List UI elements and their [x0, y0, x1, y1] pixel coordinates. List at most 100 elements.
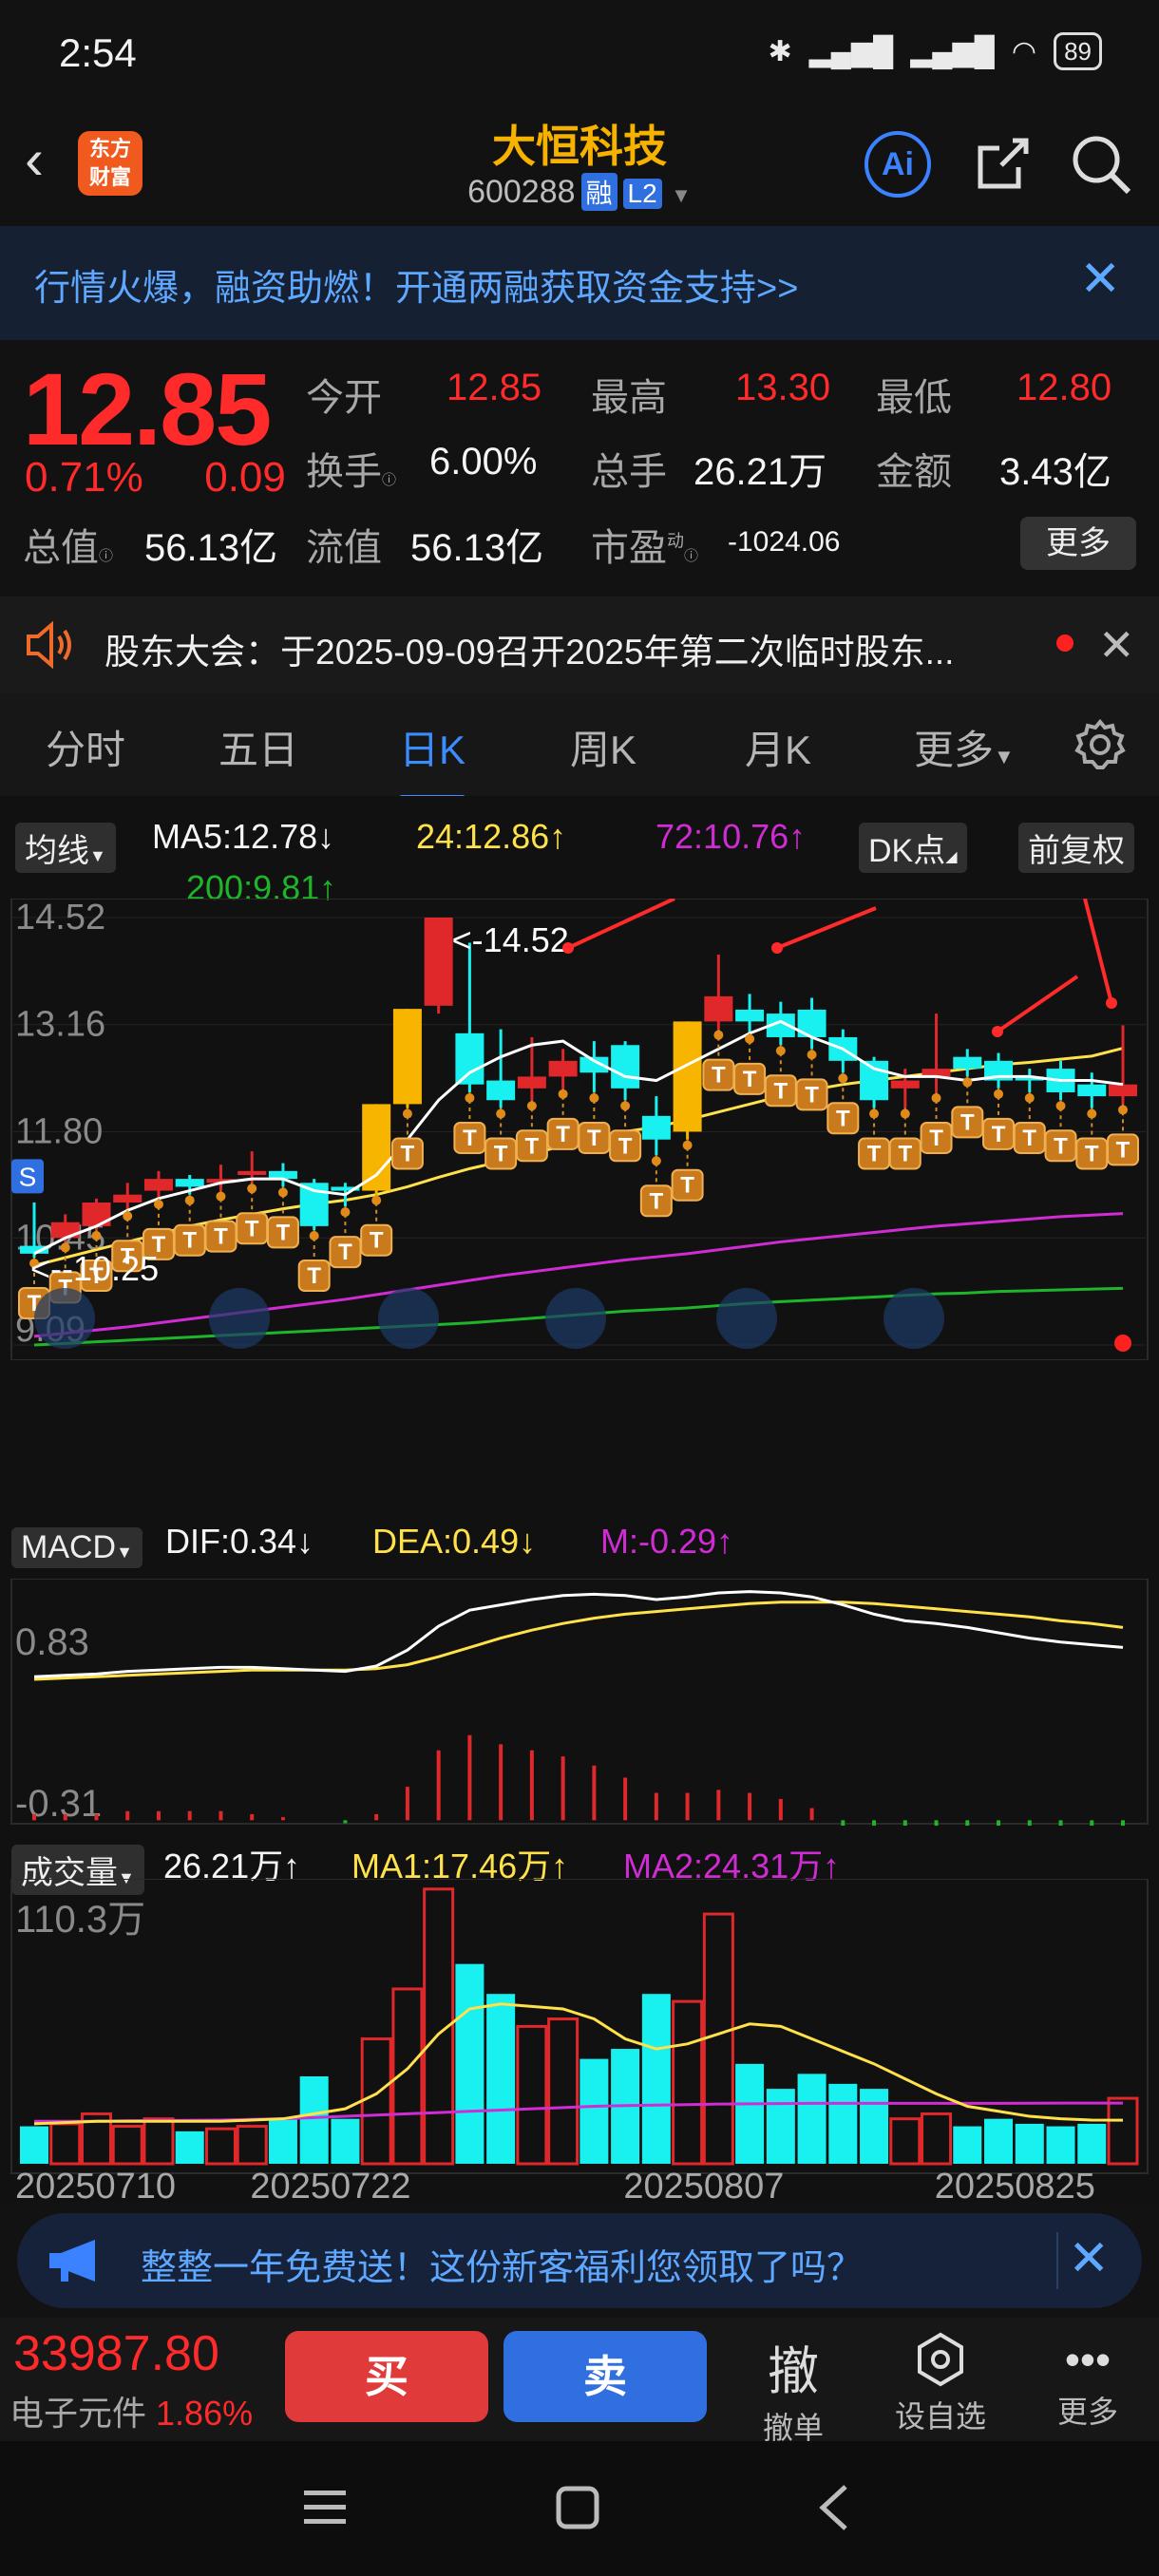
info-icon[interactable]: ⓘ: [382, 472, 396, 488]
volume-chart[interactable]: 110.3万 20250710 20250722 20250807 20250825: [0, 1879, 1159, 2202]
t-marker-label: T: [276, 1220, 291, 1245]
close-icon[interactable]: ✕: [1079, 251, 1121, 308]
tab-more[interactable]: 更多▼: [914, 718, 1015, 776]
t-marker-label: T: [182, 1228, 197, 1254]
candle-body: [735, 1009, 765, 1022]
tab-5day[interactable]: 五日: [218, 718, 298, 776]
t-marker-label: T: [245, 1216, 259, 1241]
macd-label: MACD: [21, 1529, 117, 1565]
candle-body: [890, 1080, 920, 1089]
kline-chart-area[interactable]: 均线▼ MA5:12.78↓ 24:12.86↑ 72:10.76↑ 200:9…: [0, 796, 1159, 2202]
t-marker-label: T: [370, 1228, 384, 1254]
t-marker-label: T: [773, 1078, 788, 1104]
stock-header: ‹ 东方 财富 大恒科技 600288 融 L2 ▼ Ai: [0, 104, 1159, 226]
t-marker-dot: [1118, 1105, 1128, 1115]
candle-body: [704, 995, 733, 1022]
add-watchlist-button[interactable]: 设自选: [884, 2331, 998, 2436]
volume-bar: [516, 2024, 548, 2166]
t-marker-dot: [994, 1089, 1004, 1099]
volume-bar: [641, 1994, 671, 2164]
tab-more-label: 更多: [914, 728, 995, 772]
more-button[interactable]: 更多: [1020, 517, 1136, 570]
tab-monthly[interactable]: 月K: [745, 718, 811, 776]
low-label: 最低: [876, 377, 952, 419]
index-value[interactable]: 33987.80: [13, 2325, 219, 2382]
t-marker-label: T: [650, 1188, 664, 1214]
candle-body: [175, 1179, 204, 1187]
close-icon[interactable]: ✕: [1068, 2230, 1110, 2287]
info-icon[interactable]: ⓘ: [99, 548, 113, 564]
candlestick-chart[interactable]: 14.5213.1611.8010.459.09TTTTTTTTTTTTTTTT…: [0, 899, 1159, 1360]
annotation-arrow: [776, 906, 877, 950]
volume-bar: [889, 2117, 922, 2166]
macd-chart[interactable]: 0.83 -0.31: [0, 1579, 1159, 1826]
adjust-button[interactable]: 前复权: [1018, 823, 1134, 873]
ai-button[interactable]: Ai: [864, 131, 931, 198]
candle-body: [1077, 1084, 1107, 1097]
menu-icon[interactable]: [302, 2487, 348, 2529]
more-label: 更多: [1056, 2395, 1118, 2429]
annotation-arrow-head: [562, 942, 574, 954]
promo-text: 整整一年免费送！这份新客福利您领取了吗？: [141, 2248, 864, 2288]
annotation-arrow-head: [771, 942, 783, 954]
t-marker-label: T: [494, 1142, 508, 1167]
wifi-icon: ◠: [1011, 35, 1037, 67]
volume-bar: [236, 2125, 268, 2166]
volume-bar: [111, 2125, 143, 2166]
volume-bar: [142, 2117, 175, 2166]
t-marker-dot: [496, 1108, 506, 1119]
t-marker-label: T: [929, 1126, 943, 1151]
home-icon[interactable]: [555, 2485, 600, 2530]
tab-weekly[interactable]: 周K: [570, 718, 636, 776]
dea-text: DEA:0.49: [372, 1522, 520, 1561]
change-pct: 0.71%: [25, 454, 143, 501]
share-icon[interactable]: [975, 135, 1032, 192]
bottom-toolbar: 33987.80 电子元件 1.86% 买 卖 撤 撤单 设自选 ••• 更多: [0, 2318, 1159, 2445]
buy-button[interactable]: 买: [285, 2331, 488, 2422]
period-tabs: 分时 五日 日K 周K 月K 更多▼: [0, 693, 1159, 801]
chart-control-button: [884, 1288, 944, 1349]
close-icon[interactable]: ✕: [1098, 619, 1135, 671]
t-marker-dot: [526, 1101, 537, 1111]
back-nav-icon[interactable]: [815, 2483, 853, 2532]
cancel-order-button[interactable]: 撤 撤单: [750, 2329, 836, 2448]
volume-value: 26.21万: [694, 451, 827, 493]
corner-icon: ◢: [945, 849, 958, 865]
index-pct: 1.86%: [156, 2394, 254, 2433]
ma72-label: 72:10.76↑: [656, 817, 807, 856]
volume-bar: [455, 1963, 484, 2164]
gear-icon[interactable]: [1074, 718, 1127, 771]
search-icon[interactable]: [1070, 133, 1132, 196]
amount-label: 金额: [876, 451, 952, 493]
change-value: 0.09: [204, 454, 286, 501]
ma72-text: 72:10.76: [656, 817, 789, 856]
volume-bar: [299, 2075, 329, 2164]
dk-button[interactable]: DK点◢: [859, 823, 967, 873]
stock-code: 600288: [467, 174, 576, 210]
chart-control-button: [716, 1288, 777, 1349]
volume-bar: [331, 2118, 360, 2164]
tab-intraday[interactable]: 分时: [46, 718, 125, 776]
high-annotation: <-14.52: [452, 920, 569, 959]
sell-button[interactable]: 卖: [504, 2331, 707, 2422]
t-marker-dot: [123, 1211, 133, 1222]
tab-daily[interactable]: 日K: [399, 718, 466, 801]
macd-selector[interactable]: MACD▼: [11, 1527, 142, 1568]
promo-banner[interactable]: 整整一年免费送！这份新客福利您领取了吗？ ✕: [17, 2213, 1142, 2308]
index-row[interactable]: 电子元件 1.86%: [10, 2386, 253, 2435]
more-menu-button[interactable]: ••• 更多: [1045, 2331, 1130, 2432]
date-tick-label: 20250825: [935, 2167, 1095, 2202]
live-dot: [1114, 1335, 1131, 1352]
t-marker-dot: [1055, 1101, 1066, 1111]
pe-value: -1024.06: [728, 526, 841, 558]
dots-icon: •••: [1064, 2335, 1112, 2384]
ma-selector[interactable]: 均线▼: [15, 823, 116, 873]
t-marker-dot: [1087, 1108, 1097, 1119]
t-marker-label: T: [898, 1142, 912, 1167]
margin-banner[interactable]: 行情火爆，融资助燃！开通两融获取资金支持>> ✕: [0, 226, 1159, 340]
float-label: 流值: [306, 527, 382, 569]
t-marker-dot: [620, 1101, 631, 1111]
notice-bar[interactable]: 股东大会：于2025-09-09召开2025年第二次临时股东... ✕: [0, 597, 1159, 693]
t-marker-label: T: [525, 1133, 540, 1159]
info-icon[interactable]: ⓘ: [684, 548, 698, 564]
